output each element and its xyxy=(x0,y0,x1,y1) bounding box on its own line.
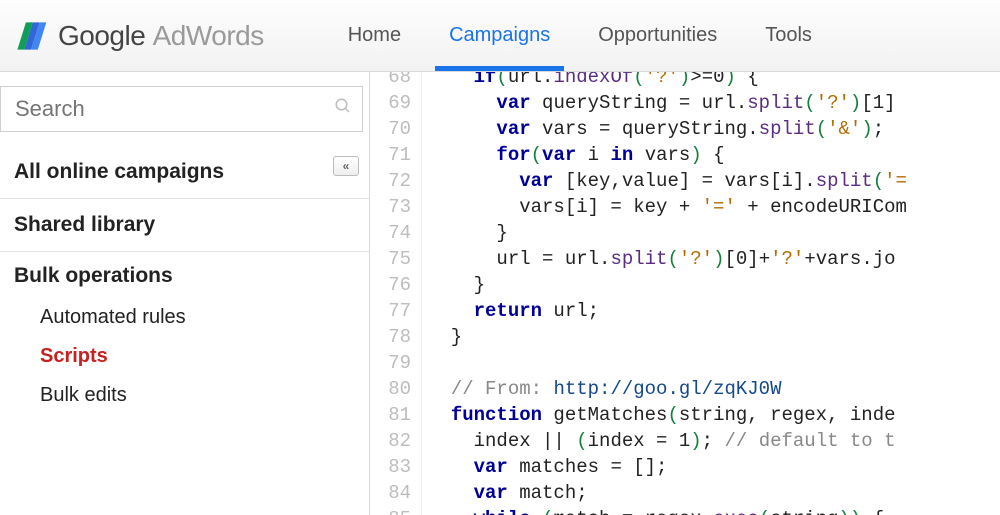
sidebar-bulk-operations[interactable]: Bulk operations xyxy=(0,252,369,292)
line-content: while (match = regex.exec(string)) { xyxy=(422,506,884,515)
line-content: } xyxy=(422,272,485,298)
code-line[interactable]: 71 for(var i in vars) { xyxy=(370,142,1000,168)
sidebar-collapse-button[interactable]: « xyxy=(333,156,359,176)
line-number: 84 xyxy=(370,480,422,506)
nav-opportunities[interactable]: Opportunities xyxy=(574,0,741,71)
line-content: for(var i in vars) { xyxy=(422,142,725,168)
code-editor[interactable]: 68 if(url.indexOf('?')>=0) {69 var query… xyxy=(370,72,1000,515)
code-line[interactable]: 68 if(url.indexOf('?')>=0) { xyxy=(370,72,1000,90)
line-content: url = url.split('?')[0]+'?'+vars.jo xyxy=(422,246,896,272)
app-body: All online campaigns « Shared library Bu… xyxy=(0,72,1000,515)
line-number: 68 xyxy=(370,72,422,90)
line-content: } xyxy=(422,324,462,350)
logo: Google AdWords xyxy=(14,19,264,53)
line-content: var [key,value] = vars[i].split('= xyxy=(422,168,907,194)
code-line[interactable]: 76 } xyxy=(370,272,1000,298)
code-line[interactable]: 70 var vars = queryString.split('&'); xyxy=(370,116,1000,142)
code-line[interactable]: 83 var matches = []; xyxy=(370,454,1000,480)
line-content: function getMatches(string, regex, inde xyxy=(422,402,896,428)
logo-adwords: AdWords xyxy=(153,20,264,51)
line-number: 72 xyxy=(370,168,422,194)
code-line[interactable]: 82 index || (index = 1); // default to t xyxy=(370,428,1000,454)
sidebar-shared-library[interactable]: Shared library xyxy=(0,199,369,252)
sidebar-item-bulk-edits[interactable]: Bulk edits xyxy=(40,376,369,415)
code-line[interactable]: 74 } xyxy=(370,220,1000,246)
line-content xyxy=(422,350,428,376)
line-number: 70 xyxy=(370,116,422,142)
line-number: 80 xyxy=(370,376,422,402)
sidebar-all-campaigns-label: All online campaigns xyxy=(14,160,224,183)
code-line[interactable]: 72 var [key,value] = vars[i].split('= xyxy=(370,168,1000,194)
line-number: 83 xyxy=(370,454,422,480)
sidebar-all-campaigns[interactable]: All online campaigns « xyxy=(0,146,369,199)
line-content: var match; xyxy=(422,480,588,506)
code-line[interactable]: 79 xyxy=(370,350,1000,376)
code-rows: 68 if(url.indexOf('?')>=0) {69 var query… xyxy=(370,72,1000,515)
logo-google: Google xyxy=(58,20,145,51)
line-number: 74 xyxy=(370,220,422,246)
line-number: 85 xyxy=(370,506,422,515)
line-content: var vars = queryString.split('&'); xyxy=(422,116,884,142)
code-line[interactable]: 81 function getMatches(string, regex, in… xyxy=(370,402,1000,428)
logo-text: Google AdWords xyxy=(58,20,264,52)
nav-home[interactable]: Home xyxy=(324,0,425,71)
line-number: 73 xyxy=(370,194,422,220)
line-number: 77 xyxy=(370,298,422,324)
line-number: 69 xyxy=(370,90,422,116)
sidebar-shared-library-label: Shared library xyxy=(14,213,155,236)
line-content: return url; xyxy=(422,298,599,324)
search-input[interactable] xyxy=(15,96,334,122)
line-number: 76 xyxy=(370,272,422,298)
main-nav: Home Campaigns Opportunities Tools xyxy=(324,0,836,71)
line-number: 79 xyxy=(370,350,422,376)
line-number: 75 xyxy=(370,246,422,272)
line-number: 78 xyxy=(370,324,422,350)
nav-campaigns[interactable]: Campaigns xyxy=(425,0,574,71)
code-line[interactable]: 69 var queryString = url.split('?')[1] xyxy=(370,90,1000,116)
sidebar-item-automated-rules[interactable]: Automated rules xyxy=(40,298,369,337)
line-content: var queryString = url.split('?')[1] xyxy=(422,90,896,116)
search-box[interactable] xyxy=(0,86,363,132)
app-header: Google AdWords Home Campaigns Opportunit… xyxy=(0,0,1000,72)
code-line[interactable]: 84 var match; xyxy=(370,480,1000,506)
line-number: 71 xyxy=(370,142,422,168)
line-content: var matches = []; xyxy=(422,454,667,480)
code-line[interactable]: 73 vars[i] = key + '=' + encodeURICom xyxy=(370,194,1000,220)
line-content: // From: http://goo.gl/zqKJ0W xyxy=(422,376,781,402)
line-content: vars[i] = key + '=' + encodeURICom xyxy=(422,194,907,220)
line-content: } xyxy=(422,220,508,246)
code-line[interactable]: 80 // From: http://goo.gl/zqKJ0W xyxy=(370,376,1000,402)
sidebar: All online campaigns « Shared library Bu… xyxy=(0,72,370,515)
code-line[interactable]: 85 while (match = regex.exec(string)) { xyxy=(370,506,1000,515)
line-number: 82 xyxy=(370,428,422,454)
sidebar-bulk-list: Automated rules Scripts Bulk edits xyxy=(0,292,369,421)
search-icon xyxy=(334,97,352,121)
code-line[interactable]: 77 return url; xyxy=(370,298,1000,324)
line-number: 81 xyxy=(370,402,422,428)
sidebar-bulk-operations-label: Bulk operations xyxy=(14,264,173,287)
code-line[interactable]: 75 url = url.split('?')[0]+'?'+vars.jo xyxy=(370,246,1000,272)
adwords-logo-icon xyxy=(14,19,48,53)
line-content: if(url.indexOf('?')>=0) { xyxy=(422,72,759,90)
line-content: index || (index = 1); // default to t xyxy=(422,428,896,454)
nav-tools[interactable]: Tools xyxy=(741,0,836,71)
code-line[interactable]: 78 } xyxy=(370,324,1000,350)
sidebar-item-scripts[interactable]: Scripts xyxy=(40,337,369,376)
